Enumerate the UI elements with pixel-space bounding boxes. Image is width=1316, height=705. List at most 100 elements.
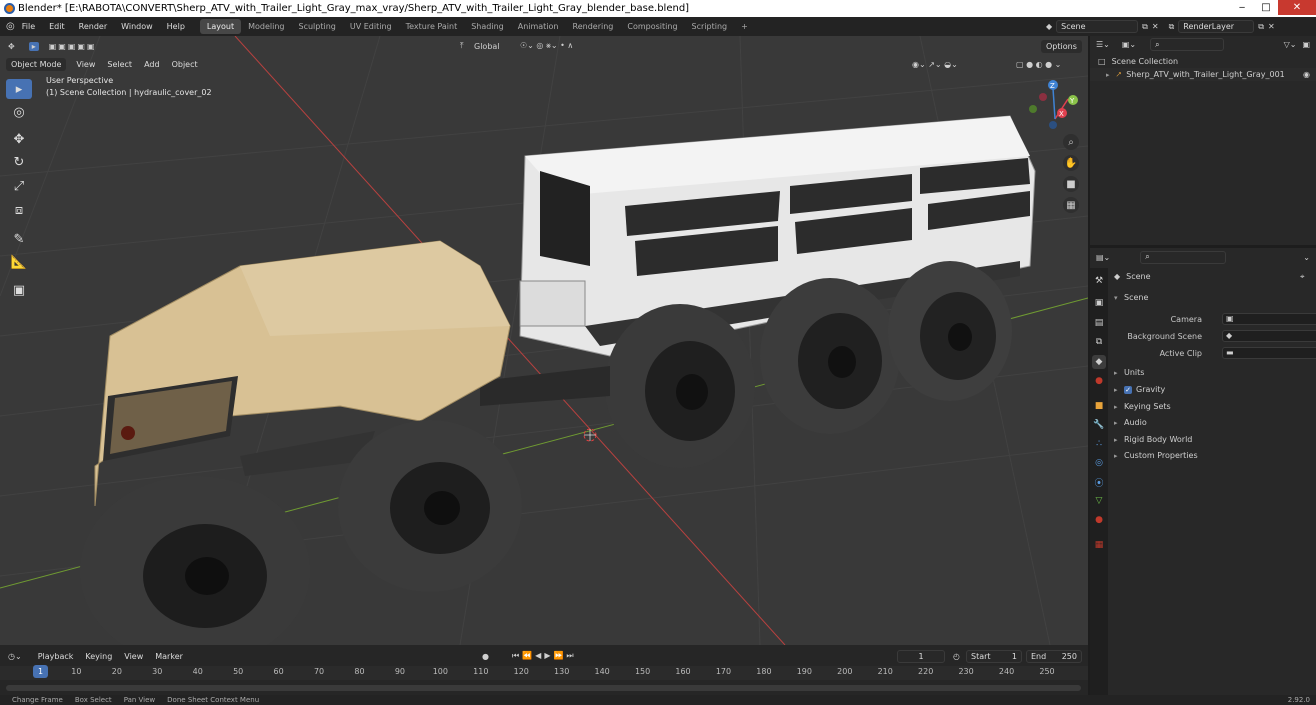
menu-timeline-view[interactable]: View <box>118 652 149 661</box>
view-layer-tab-icon[interactable]: ⧉ <box>1092 335 1106 349</box>
menu-marker[interactable]: Marker <box>149 652 189 661</box>
material-tab-icon[interactable]: ● <box>1092 513 1106 527</box>
options-dropdown[interactable]: Options <box>1041 39 1082 53</box>
maximize-button[interactable]: □ <box>1254 0 1278 15</box>
scene-panel-caret[interactable]: ▾ <box>1114 294 1124 302</box>
3d-cursor[interactable] <box>583 428 597 442</box>
transform-tool-icon[interactable]: ⧈ <box>6 200 32 220</box>
custom-props-caret[interactable]: ▸ <box>1114 452 1124 460</box>
timeline-scrollbar[interactable] <box>6 685 1081 691</box>
texture-tab-icon[interactable]: ▦ <box>1092 538 1106 552</box>
shading-mode-icons[interactable]: ▢ ● ◐ ● ⌄ <box>1016 60 1061 69</box>
outliner-search-input[interactable]: ⌕ <box>1150 38 1225 51</box>
render-tab-icon[interactable]: ▣ <box>1092 296 1106 310</box>
rigid-body-world-section[interactable]: Rigid Body World <box>1124 435 1192 444</box>
menu-view[interactable]: View <box>70 60 101 69</box>
add-workspace-button[interactable]: + <box>734 19 755 34</box>
pin-icon[interactable]: ⌖ <box>1300 272 1305 282</box>
new-collection-icon[interactable]: ▣ <box>1302 40 1310 49</box>
keying-sets-section[interactable]: Keying Sets <box>1124 402 1171 411</box>
end-frame-field[interactable]: End 250 <box>1026 649 1082 663</box>
scene-collection-label[interactable]: Scene Collection <box>1112 57 1179 66</box>
tab-modeling[interactable]: Modeling <box>241 19 291 34</box>
particles-tab-icon[interactable]: ∴ <box>1092 437 1106 451</box>
tab-sculpting[interactable]: Sculpting <box>292 19 343 34</box>
tab-animation[interactable]: Animation <box>511 19 566 34</box>
units-section[interactable]: Units <box>1124 368 1144 377</box>
minimize-button[interactable]: ‒ <box>1230 0 1254 15</box>
tab-layout[interactable]: Layout <box>199 19 242 34</box>
tool-tab-icon[interactable]: ⚒ <box>1092 274 1106 288</box>
active-clip-field[interactable]: ▬ <box>1222 347 1316 359</box>
measure-tool-icon[interactable]: 📐 <box>6 252 32 272</box>
menu-file[interactable]: File <box>15 22 42 31</box>
menu-keying[interactable]: Keying <box>79 652 118 661</box>
record-button[interactable]: ● <box>482 652 489 661</box>
playhead[interactable]: 1 <box>33 665 48 678</box>
units-caret[interactable]: ▸ <box>1114 369 1124 377</box>
camera-icon[interactable]: ■ <box>1063 176 1079 192</box>
audio-section[interactable]: Audio <box>1124 418 1147 427</box>
zoom-icon[interactable]: ⌕ <box>1063 134 1079 150</box>
expand-icon[interactable]: ▸ <box>1106 71 1116 79</box>
pivot-snap-icons[interactable]: ☉⌄ ◎ ⨳⌄ • ∧ <box>520 41 573 51</box>
audio-caret[interactable]: ▸ <box>1114 419 1124 427</box>
current-frame-field[interactable]: 1 <box>897 649 945 663</box>
eye-icon[interactable]: ◉ <box>1303 70 1310 79</box>
keying-sets-caret[interactable]: ▸ <box>1114 403 1124 411</box>
tab-uv-editing[interactable]: UV Editing <box>343 19 399 34</box>
menu-render[interactable]: Render <box>72 22 114 31</box>
camera-field[interactable]: ▣✐ <box>1222 313 1316 325</box>
transform-orientation-dropdown[interactable]: Global <box>474 42 500 51</box>
add-cube-tool-icon[interactable]: ▣ <box>6 280 32 300</box>
output-tab-icon[interactable]: ▤ <box>1092 316 1106 330</box>
select-box-tool-icon[interactable]: ▸ <box>6 79 32 99</box>
gravity-section[interactable]: Gravity <box>1136 385 1165 394</box>
background-scene-field[interactable]: ◆ <box>1222 330 1316 342</box>
rotate-tool-icon[interactable]: ↻ <box>6 152 32 172</box>
hand-icon[interactable]: ✋ <box>1063 155 1079 171</box>
menu-edit[interactable]: Edit <box>42 22 72 31</box>
blender-menu-icon[interactable]: ◎ <box>6 21 15 32</box>
close-button[interactable]: ✕ <box>1278 0 1316 15</box>
physics-tab-icon[interactable]: ◎ <box>1092 456 1106 470</box>
menu-select[interactable]: Select <box>101 60 138 69</box>
gravity-checkbox[interactable]: ✓ <box>1124 385 1132 394</box>
filter-icon[interactable]: ▽⌄ <box>1284 40 1297 49</box>
timeline-editor-type-icon[interactable]: ◷⌄ <box>8 652 22 661</box>
mode-dropdown[interactable]: Object Mode <box>6 57 67 71</box>
menu-help[interactable]: Help <box>160 22 192 31</box>
tab-scripting[interactable]: Scripting <box>685 19 735 34</box>
scale-tool-icon[interactable]: ⤢ <box>6 176 32 196</box>
new-scene-icon[interactable]: ⧉ <box>1142 22 1148 32</box>
constraints-tab-icon[interactable]: ⦿ <box>1092 475 1106 489</box>
playback-controls[interactable]: ⏮⏪◀▶⏩⏭ <box>512 651 577 661</box>
tab-rendering[interactable]: Rendering <box>566 19 621 34</box>
modifier-tab-icon[interactable]: 🔧 <box>1092 418 1106 432</box>
scene-selector[interactable]: Scene <box>1056 20 1139 33</box>
editor-type-icon[interactable]: ✥ <box>8 42 15 51</box>
menu-window[interactable]: Window <box>114 22 160 31</box>
view-layer-selector[interactable]: RenderLayer <box>1178 20 1255 33</box>
rigid-body-caret[interactable]: ▸ <box>1114 436 1124 444</box>
gravity-caret[interactable]: ▸ <box>1114 386 1124 394</box>
delete-view-layer-icon[interactable]: ✕ <box>1268 22 1275 31</box>
selection-mode-icons[interactable]: ▣▣▣▣▣ <box>49 42 97 51</box>
custom-properties-section[interactable]: Custom Properties <box>1124 451 1198 460</box>
chevron-down-icon[interactable]: ⌄ <box>1303 253 1310 262</box>
timeline-ruler[interactable]: 10 20 30 40 50 60 70 80 90 100 110 120 130 140 150 160 1… <box>0 666 1088 680</box>
outliner-editor-type-icon[interactable]: ☰⌄ <box>1096 40 1110 49</box>
menu-add[interactable]: Add <box>138 60 166 69</box>
tab-shading[interactable]: Shading <box>464 19 511 34</box>
new-view-layer-icon[interactable]: ⧉ <box>1258 22 1264 32</box>
object-tab-icon[interactable]: ■ <box>1092 399 1106 413</box>
scene-panel-title[interactable]: Scene <box>1124 293 1148 302</box>
3d-viewport[interactable]: Z Y X ✥ ▸ ▣▣▣▣▣ ⤒ Global ☉⌄ ◎ ⨳⌄ • ∧ Opt… <box>0 36 1088 645</box>
delete-scene-icon[interactable]: ✕ <box>1152 22 1159 31</box>
move-tool-icon[interactable]: ✥ <box>6 129 32 149</box>
scene-tab-icon[interactable]: ◆ <box>1092 355 1106 369</box>
tab-compositing[interactable]: Compositing <box>620 19 684 34</box>
viewport-scene[interactable]: Z Y X <box>0 36 1088 645</box>
timeline-editor[interactable]: ◷⌄ Playback Keying View Marker ● ⏮⏪◀▶⏩⏭ … <box>0 645 1088 695</box>
visibility-icons[interactable]: ◉⌄ ↗⌄ ◒⌄ <box>912 60 958 69</box>
